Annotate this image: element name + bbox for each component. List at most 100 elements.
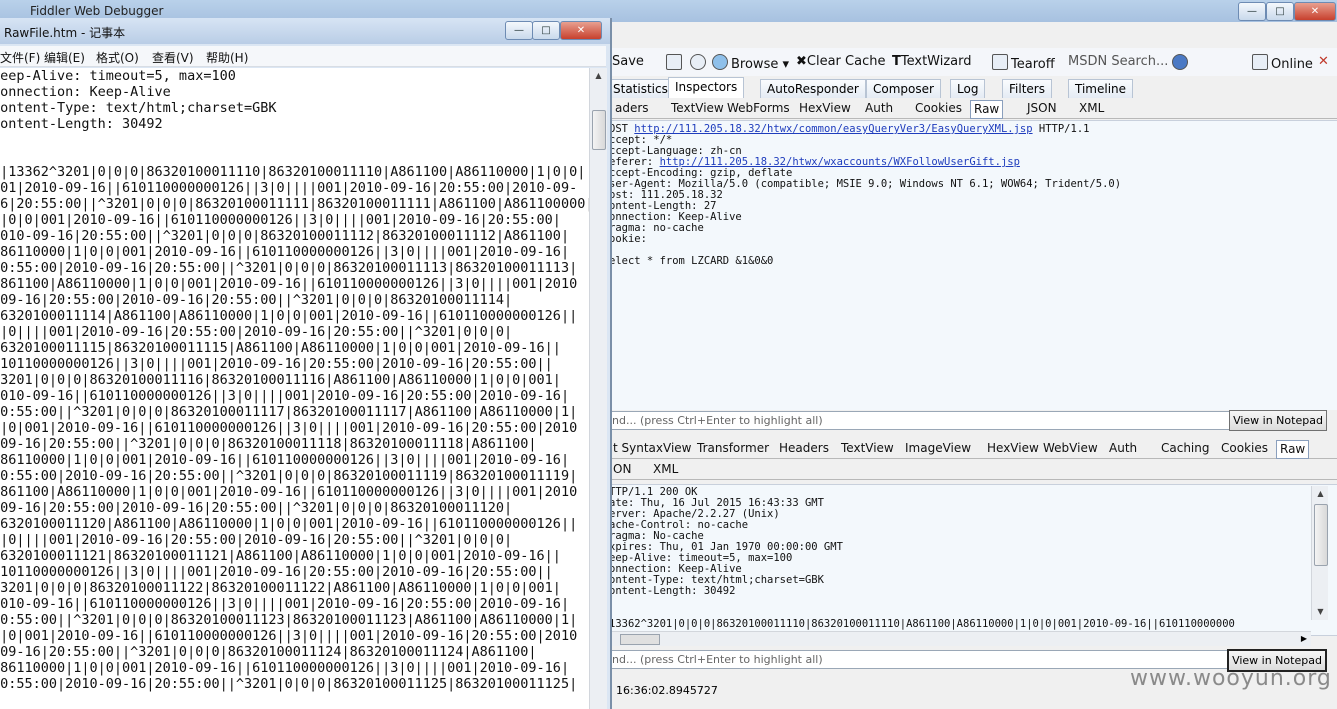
- tearoff-label: Tearoff: [1011, 57, 1055, 72]
- tab-autoresponder[interactable]: AutoResponder: [760, 79, 866, 98]
- textwizard-label: TextWizard: [900, 54, 972, 69]
- request-view-in-notepad-button[interactable]: View in Notepad: [1229, 410, 1327, 431]
- response-line: [609, 597, 1337, 608]
- resp-tab-syntaxview[interactable]: t SyntaxView: [610, 440, 694, 457]
- resp-tab-auth[interactable]: Auth: [1106, 440, 1140, 457]
- resp-tab-hexview[interactable]: HexView: [984, 440, 1042, 457]
- notepad-text-line: 0|0|001|2010-09-16||610110000000126||3|0…: [0, 628, 578, 644]
- resp-tab-xml[interactable]: XML: [650, 461, 681, 478]
- notepad-text-line: 001|2010-09-16||610110000000126||3|0||||…: [0, 180, 578, 196]
- notepad-minimize-button[interactable]: —: [505, 21, 533, 40]
- request-url-link[interactable]: http://111.205.18.32/htwx/common/easyQue…: [634, 123, 1032, 135]
- notepad-text-line: 20:55:00||^3201|0|0|0|86320100011117|863…: [0, 404, 578, 420]
- resp-tab-webview[interactable]: WebView: [1040, 440, 1101, 457]
- notepad-text-area[interactable]: Keep-Alive: timeout=5, max=100 Connection…: [0, 68, 590, 709]
- notepad-text-line: -09-16|20:55:00|2010-09-16|20:55:00||^32…: [0, 500, 513, 516]
- minimize-button[interactable]: —: [1238, 2, 1266, 21]
- notepad-text-line: Content-Length: 30492: [0, 116, 163, 132]
- online-indicator[interactable]: Online: [1252, 54, 1313, 72]
- notepad-close-button[interactable]: ✕: [560, 21, 602, 40]
- req-tab-textview[interactable]: TextView: [668, 100, 727, 117]
- notepad-text-line: 20:55:00|2010-09-16|20:55:00||^3201|0|0|…: [0, 260, 578, 276]
- resp-tab-imageview[interactable]: ImageView: [902, 440, 974, 457]
- inspector-tabs: Statistics Inspectors AutoResponder Comp…: [600, 76, 1337, 99]
- menu-help[interactable]: 帮助(H): [206, 49, 248, 66]
- menu-edit[interactable]: 编辑(E): [44, 49, 85, 66]
- scroll-down-icon[interactable]: ▼: [1312, 604, 1329, 620]
- notepad-text-line: 16|20:55:00||^3201|0|0|0|86320100011111|…: [0, 196, 590, 212]
- resp-tab-raw[interactable]: Raw: [1276, 440, 1310, 459]
- save-button[interactable]: Save: [612, 54, 644, 69]
- notepad-text-line: 0|13362^3201|0|0|0|86320100011110|863201…: [0, 164, 586, 180]
- notepad-text-line: [0, 148, 590, 164]
- request-line-text: ookie:: [609, 233, 647, 245]
- notepad-text-line: 2010-09-16||610110000000126||3|0||||001|…: [0, 388, 570, 404]
- request-raw-view[interactable]: OST http://111.205.18.32/htwx/common/eas…: [600, 120, 1337, 413]
- req-tab-headers[interactable]: aders: [612, 100, 652, 117]
- request-line: ragma: no-cache: [609, 223, 1337, 234]
- timer-icon[interactable]: [690, 54, 709, 72]
- scroll-right-icon[interactable]: ▶: [1301, 632, 1307, 646]
- resp-tab-transformer[interactable]: Transformer: [694, 440, 772, 457]
- scroll-up-icon[interactable]: ▲: [1312, 486, 1329, 502]
- resp-tab-textview[interactable]: TextView: [838, 440, 897, 457]
- req-tab-webforms[interactable]: WebForms: [724, 100, 793, 117]
- tearoff-button[interactable]: Tearoff: [992, 54, 1055, 72]
- req-tab-hexview[interactable]: HexView: [796, 100, 854, 117]
- req-tab-raw[interactable]: Raw: [970, 100, 1004, 119]
- notepad-text-line: -09-16|20:55:00||^3201|0|0|0|86320100011…: [0, 644, 537, 660]
- resp-tab-headers[interactable]: Headers: [776, 440, 832, 457]
- req-tab-xml[interactable]: XML: [1076, 100, 1107, 117]
- req-tab-cookies[interactable]: Cookies: [912, 100, 965, 117]
- tab-filters[interactable]: Filters: [1002, 79, 1052, 98]
- notepad-text-line: 20:55:00|2010-09-16|20:55:00||^3201|0|0|…: [0, 676, 578, 692]
- msdn-search-input[interactable]: MSDN Search...: [1068, 54, 1168, 69]
- menu-format[interactable]: 格式(O): [96, 49, 139, 66]
- notepad-window: RawFile.htm - 记事本 — □ ✕ 文件(F) 编辑(E) 格式(O…: [0, 18, 612, 709]
- clear-cache-button[interactable]: ✖Clear Cache: [796, 54, 885, 69]
- tab-inspectors[interactable]: Inspectors: [668, 77, 745, 99]
- notepad-text-line: Connection: Keep-Alive: [0, 84, 171, 100]
- response-vertical-scrollbar[interactable]: ▲ ▼: [1311, 486, 1328, 620]
- response-subtabs-row2: ON XML: [600, 459, 1337, 480]
- fiddler-title: Fiddler Web Debugger: [30, 4, 164, 18]
- help-icon[interactable]: [1172, 54, 1191, 72]
- notepad-scroll-thumb[interactable]: [592, 110, 606, 150]
- maximize-button[interactable]: □: [1266, 2, 1294, 21]
- req-tab-json[interactable]: JSON: [1024, 100, 1060, 117]
- close-button[interactable]: ✕: [1294, 2, 1336, 21]
- request-line: ost: 111.205.18.32: [609, 190, 1337, 201]
- notepad-text-line: A86110000|1|0|0|001|2010-09-16||61011000…: [0, 244, 570, 260]
- hscroll-thumb[interactable]: [620, 634, 660, 645]
- tab-statistics[interactable]: Statistics: [606, 79, 675, 98]
- notepad-text-line: 3|0||||001|2010-09-16|20:55:00|2010-09-1…: [0, 324, 513, 340]
- menu-view[interactable]: 查看(V): [152, 49, 194, 66]
- notepad-text-line: 0|0|001|2010-09-16||610110000000126||3|0…: [0, 420, 578, 436]
- request-find-input[interactable]: ind... (press Ctrl+Enter to highlight al…: [606, 411, 1230, 430]
- request-line: elect * from LZCARD &1&0&0: [609, 256, 1337, 267]
- req-tab-auth[interactable]: Auth: [862, 100, 896, 117]
- watermark: www.wooyun.org: [1130, 666, 1332, 691]
- resp-tab-caching[interactable]: Caching: [1158, 440, 1213, 457]
- tab-log[interactable]: Log: [950, 79, 986, 98]
- notepad-scroll-up-icon[interactable]: ▲: [590, 68, 607, 84]
- scroll-thumb[interactable]: [1314, 504, 1328, 566]
- notepad-text-line: 610110000000126||3|0||||001|2010-09-16|2…: [0, 564, 553, 580]
- notepad-text-line: 86320100011120|A861100|A86110000|1|0|0|0…: [0, 516, 578, 532]
- response-line: ache-Control: no-cache: [609, 519, 749, 531]
- notepad-vertical-scrollbar[interactable]: ▲: [589, 68, 607, 709]
- tab-timeline[interactable]: Timeline: [1068, 79, 1134, 98]
- browse-button[interactable]: Browse ▾: [712, 54, 789, 72]
- close-icon[interactable]: ✕: [1318, 54, 1329, 69]
- resp-tab-cookies[interactable]: Cookies: [1218, 440, 1271, 457]
- notepad-maximize-button[interactable]: □: [532, 21, 560, 40]
- camera-icon[interactable]: [666, 54, 685, 72]
- notepad-title: RawFile.htm - 记事本: [4, 26, 126, 40]
- tab-composer[interactable]: Composer: [866, 79, 941, 98]
- notepad-text-line: 20:55:00||^3201|0|0|0|86320100011123|863…: [0, 612, 578, 628]
- textwizard-button[interactable]: TTextWizard: [892, 54, 972, 69]
- response-horizontal-scrollbar[interactable]: ▶: [612, 631, 1311, 646]
- menu-file[interactable]: 文件(F): [0, 49, 40, 66]
- resp-tab-json[interactable]: ON: [610, 461, 634, 478]
- response-raw-view[interactable]: TTP/1.1 200 OK ate: Thu, 16 Jul 2015 16:4…: [600, 484, 1337, 636]
